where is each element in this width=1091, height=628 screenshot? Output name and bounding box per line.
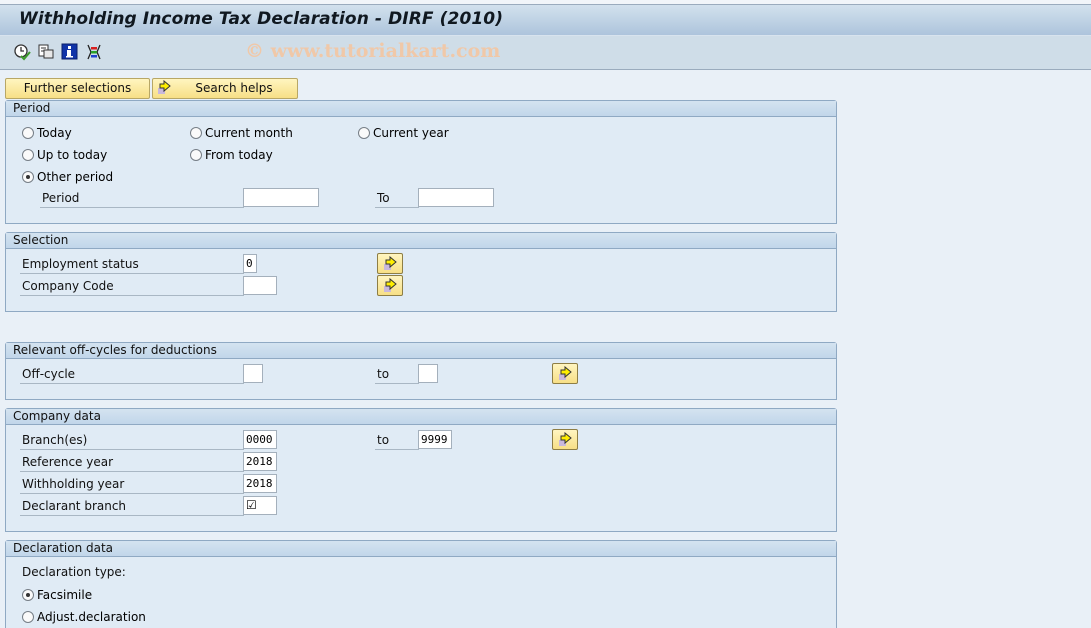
period-group: Period Today Current month Current year …	[5, 100, 837, 224]
radio-adjust-declaration[interactable]: Adjust.declaration	[22, 609, 146, 625]
withholding-year-label: Withholding year	[20, 477, 244, 494]
arrow-right-icon	[157, 79, 173, 102]
arrow-right-icon	[384, 278, 397, 292]
declarant-branch-checkbox[interactable]: ☑	[243, 496, 277, 515]
radio-current-year-indicator	[358, 127, 370, 139]
offcycle-label: Off-cycle	[20, 367, 244, 384]
company-data-group: Company data Branch(es) 0000 to 9999 Ref…	[5, 408, 837, 532]
radio-other-period-label: Other period	[37, 169, 114, 184]
radio-from-today-indicator	[190, 149, 202, 161]
branches-to-input[interactable]: 9999	[418, 430, 452, 449]
title-bar: Withholding Income Tax Declaration - DIR…	[0, 5, 1091, 36]
reference-year-label: Reference year	[20, 455, 244, 472]
withholding-year-input[interactable]: 2018	[243, 474, 277, 493]
branches-label: Branch(es)	[20, 433, 244, 450]
radio-adjust-declaration-label: Adjust.declaration	[37, 609, 146, 624]
radio-today-label: Today	[37, 125, 72, 140]
radio-up-to-today[interactable]: Up to today	[22, 147, 107, 163]
branches-to-label: to	[375, 433, 419, 450]
offcycle-to-label: to	[375, 367, 419, 384]
declaration-data-group-title: Declaration data	[6, 541, 836, 557]
period-to-input[interactable]	[418, 188, 494, 207]
radio-today[interactable]: Today	[22, 125, 72, 141]
offcycle-from-input[interactable]	[243, 364, 263, 383]
selection-group: Selection Employment status 0 Company Co…	[5, 232, 837, 312]
search-helps-label: Search helps	[195, 81, 273, 95]
radio-up-to-today-label: Up to today	[37, 147, 108, 162]
offcycles-group: Relevant off-cycles for deductions Off-c…	[5, 342, 837, 400]
information-icon[interactable]	[61, 43, 79, 61]
period-to-label: To	[375, 191, 419, 208]
selection-options-icon[interactable]	[85, 43, 103, 61]
employment-status-multiple-selection-button[interactable]	[377, 253, 403, 274]
offcycle-to-input[interactable]	[418, 364, 438, 383]
employment-status-input[interactable]: 0	[243, 254, 257, 273]
radio-current-month-label: Current month	[205, 125, 293, 140]
watermark-text: © www.tutorialkart.com	[245, 40, 501, 62]
further-selections-button[interactable]: Further selections	[5, 78, 150, 99]
arrow-right-icon	[384, 256, 397, 270]
period-from-input[interactable]	[243, 188, 319, 207]
radio-current-month[interactable]: Current month	[190, 125, 293, 141]
company-data-group-title: Company data	[6, 409, 836, 425]
declaration-data-group: Declaration data Declaration type: Facsi…	[5, 540, 837, 628]
radio-facsimile-indicator	[22, 589, 34, 601]
company-code-multiple-selection-button[interactable]	[377, 275, 403, 296]
company-code-label: Company Code	[20, 279, 244, 296]
radio-from-today[interactable]: From today	[190, 147, 273, 163]
branches-multiple-selection-button[interactable]	[552, 429, 578, 450]
page-title: Withholding Income Tax Declaration - DIR…	[19, 9, 504, 29]
radio-from-today-label: From today	[205, 147, 273, 162]
radio-adjust-declaration-indicator	[22, 611, 34, 623]
arrow-right-icon	[559, 432, 572, 446]
radio-facsimile[interactable]: Facsimile	[22, 587, 92, 603]
declarant-branch-label: Declarant branch	[20, 499, 244, 516]
radio-today-indicator	[22, 127, 34, 139]
search-helps-button[interactable]: Search helps	[152, 78, 298, 99]
further-selections-label: Further selections	[23, 81, 132, 95]
get-variant-icon[interactable]	[37, 43, 55, 61]
radio-facsimile-label: Facsimile	[37, 587, 93, 602]
branches-from-input[interactable]: 0000	[243, 430, 277, 449]
arrow-right-icon	[559, 366, 572, 380]
execute-clock-icon[interactable]	[13, 43, 31, 61]
radio-current-year[interactable]: Current year	[358, 125, 449, 141]
application-toolbar: © www.tutorialkart.com	[0, 36, 1091, 70]
radio-other-period[interactable]: Other period	[22, 169, 113, 185]
radio-up-to-today-indicator	[22, 149, 34, 161]
declaration-type-label: Declaration type:	[22, 565, 126, 579]
radio-current-year-label: Current year	[373, 125, 449, 140]
reference-year-input[interactable]: 2018	[243, 452, 277, 471]
period-label: Period	[40, 191, 244, 208]
offcycles-group-title: Relevant off-cycles for deductions	[6, 343, 836, 359]
employment-status-label: Employment status	[20, 257, 244, 274]
company-code-input[interactable]	[243, 276, 277, 295]
selection-group-title: Selection	[6, 233, 836, 249]
radio-current-month-indicator	[190, 127, 202, 139]
radio-other-period-indicator	[22, 171, 34, 183]
offcycle-multiple-selection-button[interactable]	[552, 363, 578, 384]
period-group-title: Period	[6, 101, 836, 117]
